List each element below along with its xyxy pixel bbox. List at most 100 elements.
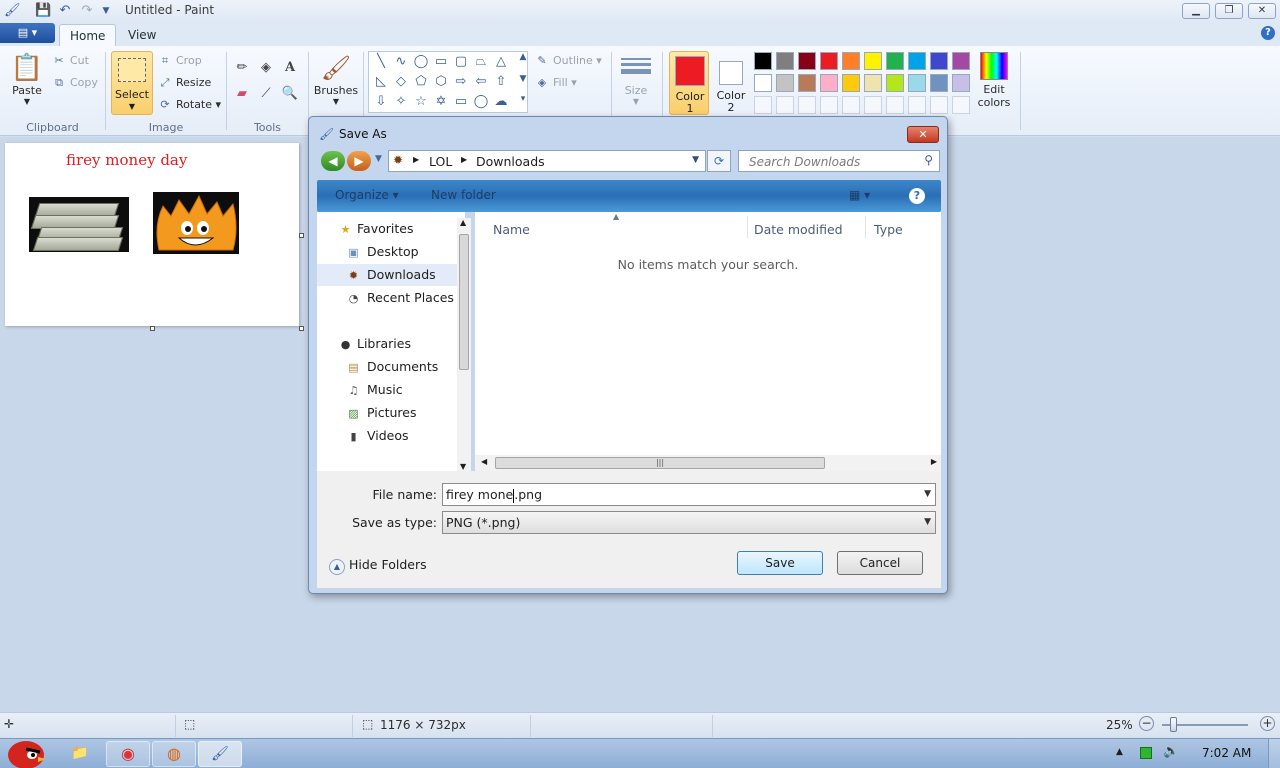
palette-color[interactable] [930, 74, 948, 92]
down-arrow-shape-icon[interactable]: ⇩ [371, 94, 391, 109]
nav-documents[interactable]: ▤ Documents [317, 356, 457, 378]
color-picker-icon[interactable]: ⟋ [256, 84, 276, 104]
shapes-scroll-up-icon[interactable]: ▲ [513, 52, 533, 62]
resize-handle-corner[interactable] [299, 326, 304, 331]
diamond-shape-icon[interactable]: ◇ [391, 74, 411, 89]
file-name-dropdown-icon[interactable]: ▼ [924, 484, 931, 505]
explorer-taskbar-button[interactable]: 📁 [60, 741, 100, 767]
palette-color[interactable] [820, 52, 838, 70]
shapes-scroll-down-icon[interactable]: ▼ [513, 74, 533, 84]
column-type[interactable]: Type [874, 222, 903, 237]
fill-button[interactable]: ◈ Fill ▾ [535, 74, 577, 92]
scroll-up-icon[interactable]: ▲ [460, 218, 466, 227]
show-desktop-button[interactable] [1268, 739, 1280, 768]
palette-color[interactable] [842, 52, 860, 70]
nav-favorites[interactable]: ★ Favorites [317, 218, 457, 240]
size-button[interactable]: Size ▼ [618, 52, 654, 106]
file-name-input[interactable]: firey mone.png ▼ [442, 483, 936, 506]
organize-button[interactable]: Organize ▾ [335, 188, 399, 202]
palette-color[interactable] [930, 52, 948, 70]
palette-color[interactable] [798, 52, 816, 70]
start-button[interactable] [2, 733, 48, 768]
palette-color[interactable] [820, 74, 838, 92]
custom-color-slot[interactable] [930, 96, 948, 114]
palette-color[interactable] [864, 52, 882, 70]
fill-bucket-icon[interactable]: ◈ [256, 58, 276, 78]
custom-color-slot[interactable] [864, 96, 882, 114]
nav-music[interactable]: ♫ Music [317, 379, 457, 401]
palette-color[interactable] [908, 74, 926, 92]
pencil-icon[interactable]: ✏ [232, 58, 252, 78]
chrome-taskbar-button[interactable]: ◉ [106, 741, 150, 767]
new-folder-button[interactable]: New folder [431, 188, 496, 202]
undo-icon[interactable]: ↶ [57, 3, 73, 19]
palette-color[interactable] [952, 74, 970, 92]
nav-desktop[interactable]: ▣ Desktop [317, 241, 457, 263]
paint-taskbar-button[interactable]: 🖌 [198, 741, 242, 767]
files-horizontal-scrollbar[interactable]: ◀ ||| ▶ [475, 455, 941, 471]
firefox-taskbar-button[interactable]: ◍ [152, 741, 196, 767]
cancel-button[interactable]: Cancel [837, 551, 923, 575]
four-point-star-shape-icon[interactable]: ✧ [391, 94, 411, 109]
custom-color-slot[interactable] [754, 96, 772, 114]
paint-app-icon[interactable]: 🖌 [4, 3, 21, 19]
custom-color-slot[interactable] [776, 96, 794, 114]
save-icon[interactable]: 💾 [35, 3, 51, 19]
show-hidden-icons[interactable]: ▲ [1116, 747, 1123, 757]
forward-button[interactable]: ▶ [347, 151, 371, 171]
cloud-callout-shape-icon[interactable]: ☁ [491, 94, 511, 109]
scroll-down-icon[interactable]: ▼ [460, 462, 466, 471]
help-icon[interactable]: ? [1261, 26, 1275, 40]
palette-color[interactable] [776, 52, 794, 70]
crop-button[interactable]: ⌗ Crop [158, 52, 202, 70]
column-divider[interactable] [747, 216, 748, 238]
palette-color[interactable] [864, 74, 882, 92]
callout-oval-shape-icon[interactable]: ◯ [471, 94, 491, 109]
brushes-button[interactable]: 🖌 Brushes ▼ [313, 52, 359, 106]
palette-color[interactable] [776, 74, 794, 92]
clock[interactable]: 7:02 AM [1202, 746, 1251, 760]
copy-button[interactable]: ⧉ Copy [52, 74, 98, 92]
rotate-button[interactable]: ⟳ Rotate ▾ [158, 96, 221, 114]
redo-icon[interactable]: ↷ [79, 3, 95, 19]
recent-pages-icon[interactable]: ▼ [375, 154, 382, 164]
edit-colors-button[interactable]: Edit colors [975, 52, 1013, 109]
select-button[interactable]: Select ▼ [111, 51, 153, 115]
address-dropdown-icon[interactable]: ▼ [692, 155, 699, 165]
right-triangle-shape-icon[interactable]: ◺ [371, 74, 391, 89]
breadcrumb-lol[interactable]: LOL [429, 154, 452, 169]
rounded-rectangle-shape-icon[interactable]: ▢ [451, 54, 471, 69]
shapes-more-icon[interactable]: ▾ [513, 94, 533, 104]
save-as-type-select[interactable]: PNG (*.png) ▼ [442, 511, 936, 534]
hexagon-shape-icon[interactable]: ⬡ [431, 74, 451, 89]
zoom-out-icon[interactable]: − [1139, 716, 1154, 731]
resize-handle-bottom[interactable] [150, 326, 155, 331]
custom-color-slot[interactable] [908, 96, 926, 114]
palette-color[interactable] [886, 52, 904, 70]
palette-color[interactable] [754, 74, 772, 92]
column-name[interactable]: Name [493, 222, 530, 237]
customize-toolbar-icon[interactable]: ▼ [98, 3, 114, 19]
custom-color-slot[interactable] [952, 96, 970, 114]
search-box[interactable]: Search Downloads ⚲ [738, 150, 940, 172]
paint-menu-button[interactable]: ▤ ▾ [0, 23, 55, 43]
custom-color-slot[interactable] [798, 96, 816, 114]
curve-shape-icon[interactable]: ∿ [391, 54, 411, 69]
custom-color-slot[interactable] [842, 96, 860, 114]
zoom-slider-thumb[interactable] [1170, 717, 1177, 732]
tab-view[interactable]: View [118, 24, 166, 46]
color1-button[interactable]: Color 1 [669, 51, 709, 115]
line-shape-icon[interactable]: ╲ [371, 54, 391, 69]
nav-libraries[interactable]: ● Libraries [317, 333, 457, 355]
custom-color-slot[interactable] [820, 96, 838, 114]
paste-button[interactable]: 📋 Paste ▼ [8, 52, 46, 106]
files-scroll-thumb[interactable]: ||| [495, 457, 825, 469]
nav-pictures[interactable]: ▨ Pictures [317, 402, 457, 424]
resize-handle-right[interactable] [299, 233, 304, 238]
nav-videos[interactable]: ▮ Videos [317, 425, 457, 447]
palette-color[interactable] [842, 74, 860, 92]
save-as-type-dropdown-icon[interactable]: ▼ [924, 512, 931, 533]
nav-scroll-thumb[interactable] [459, 234, 469, 370]
dialog-help-icon[interactable]: ? [909, 188, 925, 204]
dialog-close-button[interactable]: ✕ [907, 126, 939, 143]
